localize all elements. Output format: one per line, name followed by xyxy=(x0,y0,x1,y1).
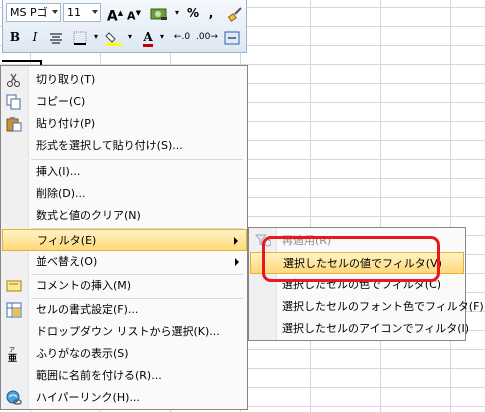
menu-item-define-name[interactable]: 範囲に名前を付ける(R)... xyxy=(2,365,247,387)
menu-item-copy[interactable]: コピー(C) xyxy=(2,91,247,113)
menu-item-label: セルの書式設定(F)... xyxy=(36,303,139,316)
font-color-dropdown[interactable]: ▾ xyxy=(158,27,166,47)
menu-item-hyperlink[interactable]: ハイパーリンク(H)... xyxy=(2,387,247,409)
comment-icon xyxy=(6,280,22,292)
font-color-icon: A xyxy=(143,31,153,47)
italic-button[interactable]: I xyxy=(27,27,43,47)
number-format-dropdown[interactable]: ▾ xyxy=(172,3,182,23)
menu-item-insert[interactable]: 挿入(I)... xyxy=(2,161,247,183)
submenu-item-filter-by-icon[interactable]: 選択したセルのアイコンでフィルタ(I) xyxy=(250,318,469,340)
menu-item-delete[interactable]: 削除(D)... xyxy=(2,183,247,205)
submenu-arrow-icon xyxy=(234,237,238,245)
font-size-dropdown[interactable]: 11 xyxy=(63,3,101,22)
increase-decimal-icon: ←.0 xyxy=(173,32,191,42)
shrink-font-button[interactable]: A▼ xyxy=(125,3,143,23)
center-align-button[interactable] xyxy=(47,27,65,47)
menu-item-label: 並べ替え(O) xyxy=(36,255,98,268)
menu-item-label: 削除(D)... xyxy=(36,187,86,200)
submenu-item-filter-by-font-color[interactable]: 選択したセルのフォント色でフィルタ(F) xyxy=(250,296,484,318)
menu-item-label: ハイパーリンク(H)... xyxy=(36,391,140,404)
font-name-dropdown[interactable]: MS Pゴ xyxy=(6,3,61,22)
menu-item-label: ドロップダウン リストから選択(K)... xyxy=(36,325,220,338)
mini-toolbar: MS Pゴ 11 A▲ A▼ ▾ % , B I ▾ ▾ A ▾ ←.0 .00… xyxy=(2,0,247,53)
menu-item-paste[interactable]: 貼り付け(P) xyxy=(2,113,247,135)
menu-item-label: ふりがなの表示(S) xyxy=(36,347,129,360)
menu-item-insert-comment[interactable]: コメントの挿入(M) xyxy=(2,275,247,297)
currency-format-icon xyxy=(150,8,167,20)
menu-item-label: 数式と値のクリア(N) xyxy=(36,209,141,222)
menu-item-sort[interactable]: 並べ替え(O) xyxy=(2,251,247,273)
menu-item-label: フィルタ(E) xyxy=(37,234,97,247)
menu-item-label: コピー(C) xyxy=(36,95,86,108)
svg-text:亜: 亜 xyxy=(8,353,17,362)
percent-button[interactable]: % xyxy=(184,3,202,23)
context-menu: 切り取り(T) コピー(C) 貼り付け(P) 形式を選択して貼り付け(S)...… xyxy=(0,65,248,410)
scissors-icon xyxy=(7,73,20,87)
menu-item-label: 貼り付け(P) xyxy=(36,117,96,130)
chevron-down-icon xyxy=(92,10,98,14)
menu-item-show-phonetic[interactable]: ア亜 ふりがなの表示(S) xyxy=(2,343,247,365)
submenu-item-label: 選択したセルのフォント色でフィルタ(F) xyxy=(282,300,484,313)
grow-font-icon: A xyxy=(106,8,118,25)
bold-button[interactable]: B xyxy=(7,27,23,47)
merge-center-icon xyxy=(224,31,240,44)
menu-item-cut[interactable]: 切り取り(T) xyxy=(2,69,247,91)
fill-color-icon xyxy=(105,31,122,46)
menu-separator xyxy=(31,159,243,160)
font-color-button[interactable]: A xyxy=(139,27,157,47)
borders-icon xyxy=(73,31,87,45)
borders-dropdown[interactable]: ▾ xyxy=(92,27,100,47)
number-format-button[interactable] xyxy=(147,3,171,23)
format-painter-button[interactable] xyxy=(225,3,245,23)
grow-font-button[interactable]: A▲ xyxy=(106,3,124,25)
merge-center-button[interactable] xyxy=(222,27,242,47)
align-center-icon xyxy=(50,33,62,43)
paste-icon xyxy=(6,117,22,132)
font-name-value: MS Pゴ xyxy=(10,6,48,19)
menu-item-filter[interactable]: フィルタ(E) xyxy=(2,229,247,251)
increase-decimal-button[interactable]: ←.0 xyxy=(171,27,193,47)
phonetic-icon: ア亜 xyxy=(8,347,17,362)
submenu-item-label: 選択したセルのアイコンでフィルタ(I) xyxy=(282,322,470,335)
menu-item-label: 切り取り(T) xyxy=(36,73,96,86)
svg-text:ア: ア xyxy=(9,347,15,354)
decrease-decimal-icon: .00→ xyxy=(196,32,218,42)
menu-item-paste-special[interactable]: 形式を選択して貼り付け(S)... xyxy=(2,135,247,157)
menu-item-format-cells[interactable]: セルの書式設定(F)... xyxy=(2,299,247,321)
borders-button[interactable] xyxy=(69,27,91,47)
font-size-value: 11 xyxy=(67,6,81,19)
menu-item-pick-from-list[interactable]: ドロップダウン リストから選択(K)... xyxy=(2,321,247,343)
chevron-down-icon xyxy=(52,10,58,14)
copy-icon xyxy=(6,94,21,110)
menu-item-clear-contents[interactable]: 数式と値のクリア(N) xyxy=(2,205,247,227)
fill-color-dropdown[interactable]: ▾ xyxy=(126,27,134,47)
menu-item-label: コメントの挿入(M) xyxy=(36,279,132,292)
hyperlink-icon xyxy=(6,390,22,405)
fill-color-button[interactable] xyxy=(103,27,125,47)
menu-item-label: 形式を選択して貼り付け(S)... xyxy=(36,139,183,152)
format-cells-icon xyxy=(6,302,22,318)
menu-item-label: 範囲に名前を付ける(R)... xyxy=(36,369,162,382)
shrink-font-icon: A xyxy=(127,9,136,23)
menu-item-label: 挿入(I)... xyxy=(36,165,81,178)
decrease-decimal-button[interactable]: .00→ xyxy=(196,27,218,47)
comma-button[interactable]: , xyxy=(205,3,217,23)
format-painter-icon xyxy=(227,6,242,22)
submenu-arrow-icon xyxy=(235,258,239,266)
annotation-highlight-box xyxy=(262,236,440,282)
